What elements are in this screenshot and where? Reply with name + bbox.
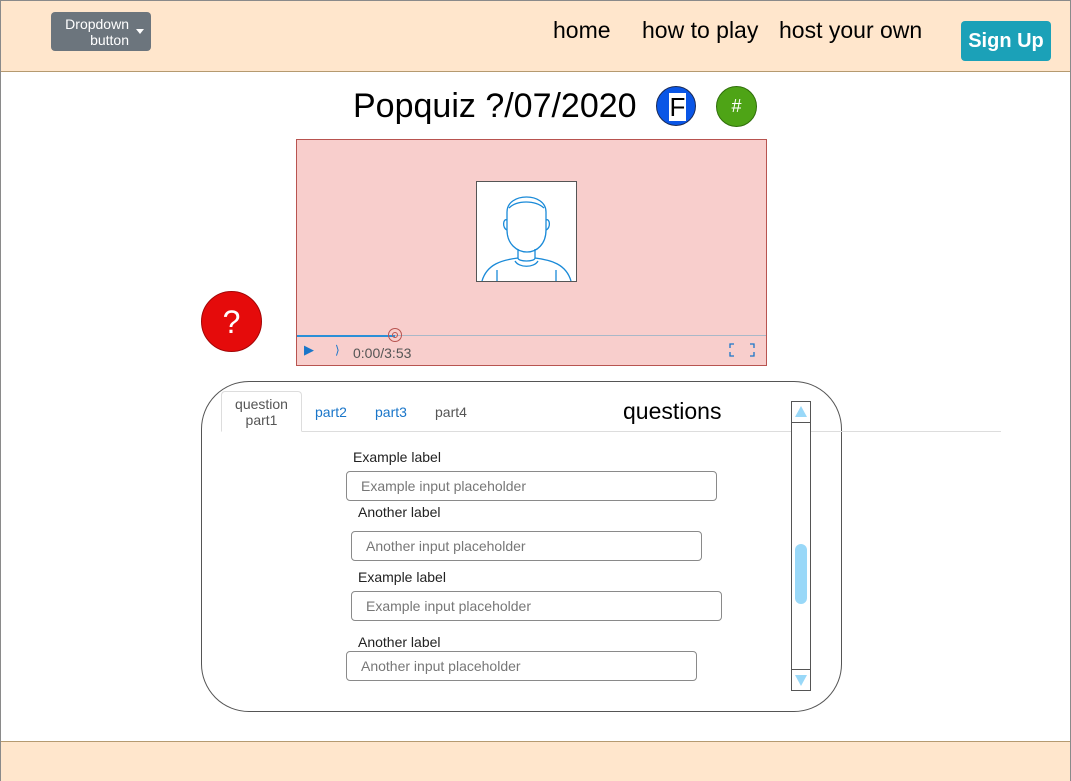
page-footer — [1, 741, 1070, 781]
scroll-down-arrow-icon[interactable] — [792, 669, 810, 690]
video-progress-handle[interactable] — [388, 328, 402, 342]
page-title: Popquiz ?/07/2020 — [353, 87, 637, 125]
play-icon[interactable]: ▶ — [304, 343, 318, 357]
video-progress-fill — [297, 335, 395, 337]
tab-question-part1[interactable]: question part1 — [221, 391, 302, 432]
field-label-4: Another label — [358, 634, 441, 650]
tab-part2[interactable]: part2 — [315, 404, 347, 420]
scrollbar-thumb[interactable] — [795, 544, 807, 604]
field-input-4[interactable] — [346, 651, 697, 681]
sign-up-button[interactable]: Sign Up — [961, 21, 1051, 61]
caret-down-icon — [136, 29, 144, 34]
questions-title: questions — [623, 398, 722, 424]
field-input-1[interactable] — [346, 471, 717, 501]
facebook-share-button[interactable]: F — [656, 86, 696, 126]
nav-link-how-to-play[interactable]: how to play — [642, 17, 758, 44]
dropdown-button-label: Dropdown button — [65, 16, 129, 48]
facebook-icon: F — [669, 92, 686, 122]
dropdown-button[interactable]: Dropdown button — [51, 12, 151, 51]
field-input-2[interactable] — [351, 531, 702, 561]
video-player[interactable]: ▶ ⟩ 0:00/3:53 — [296, 139, 767, 366]
nav-link-host-your-own[interactable]: host your own — [779, 17, 922, 44]
hashtag-button[interactable]: # — [716, 86, 757, 127]
top-navbar: Dropdown button home how to play host yo… — [1, 1, 1070, 72]
video-time: 0:00/3:53 — [353, 345, 412, 361]
volume-icon[interactable]: ⟩ — [335, 342, 345, 358]
tab-divider — [221, 431, 1001, 432]
fullscreen-icon[interactable] — [729, 343, 755, 357]
field-label-2: Another label — [358, 504, 441, 520]
user-silhouette-icon — [481, 196, 572, 282]
field-label-1: Example label — [353, 449, 441, 465]
nav-link-home[interactable]: home — [553, 17, 611, 44]
field-input-3[interactable] — [351, 591, 722, 621]
scroll-up-arrow-icon[interactable] — [792, 402, 810, 423]
video-avatar — [476, 181, 577, 282]
questions-scrollbar[interactable] — [791, 401, 811, 691]
tab-part4[interactable]: part4 — [435, 404, 467, 420]
field-label-3: Example label — [358, 569, 446, 585]
help-button[interactable]: ? — [201, 291, 262, 352]
page-frame: Dropdown button home how to play host yo… — [0, 0, 1071, 781]
tab-part3[interactable]: part3 — [375, 404, 407, 420]
